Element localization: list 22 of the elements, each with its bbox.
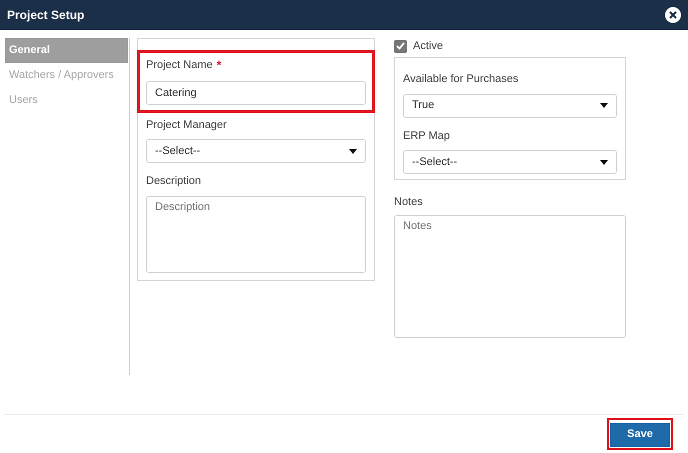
caret-icon <box>600 103 608 108</box>
text-area[interactable]: Description <box>146 196 366 272</box>
check-icon <box>396 42 405 50</box>
field-label: Available for Purchases <box>403 72 518 87</box>
dropdown[interactable]: True <box>403 94 617 118</box>
field-label: Description <box>146 174 202 189</box>
field-label: Project Name <box>146 58 213 73</box>
checkbox[interactable] <box>394 40 407 52</box>
close-icon[interactable] <box>665 7 681 23</box>
save-button[interactable]: Save <box>610 422 670 447</box>
caret-icon <box>600 160 608 164</box>
checkbox-label: Active <box>413 38 443 54</box>
field-label: Notes <box>394 195 424 210</box>
required-mark: * <box>216 59 222 72</box>
caret-icon <box>349 148 357 154</box>
text-area[interactable]: Notes <box>394 214 626 338</box>
field-label: ERP Map <box>403 128 450 144</box>
window-title: Project Setup <box>7 7 84 24</box>
dropdown[interactable]: --Select-- <box>403 150 617 174</box>
dropdown[interactable]: --Select-- <box>146 139 366 163</box>
field-label: Project Manager <box>146 118 227 132</box>
input-field[interactable]: Catering <box>146 80 366 104</box>
